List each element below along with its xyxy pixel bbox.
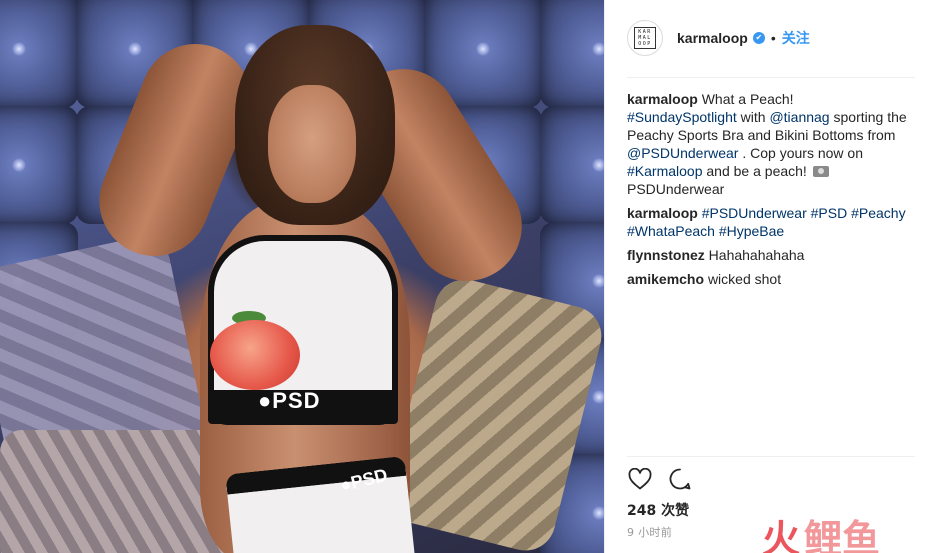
caption-text: and be a peach!: [706, 163, 807, 179]
comment-item: flynnstonez Hahahahahaha: [627, 246, 917, 264]
avatar[interactable]: KAR MAL OOP: [627, 20, 663, 56]
caption-username[interactable]: karmaloop: [627, 91, 698, 107]
comment-username[interactable]: amikemcho: [627, 271, 704, 287]
post-timestamp[interactable]: 9 小时前: [627, 524, 672, 540]
comment-username[interactable]: karmaloop: [627, 205, 698, 221]
headboard-tile: [0, 0, 78, 108]
comment-icon: [669, 468, 691, 490]
post-username[interactable]: karmaloop: [677, 30, 748, 46]
like-button[interactable]: [627, 466, 653, 492]
headboard-tile: [540, 106, 604, 224]
comments-list: karmaloop What a Peach! #SundaySpotlight…: [627, 90, 917, 294]
peach-print: [210, 320, 300, 390]
header-separator: •: [770, 30, 776, 46]
camera-emoji-icon: [812, 166, 829, 177]
post-actions: [627, 466, 693, 492]
avatar-logo: KAR MAL OOP: [634, 27, 656, 49]
hashtag-link[interactable]: #SundaySpotlight: [627, 109, 737, 125]
headboard-tile: [0, 106, 78, 224]
headboard-tile: [540, 0, 604, 108]
watermark-text: 鲤鱼: [804, 517, 881, 553]
comment-username[interactable]: flynnstonez: [627, 247, 705, 263]
caption-text: . Cop yours now on: [742, 145, 863, 161]
post-sidebar: KAR MAL OOP karmaloop ✔ • 关注 karmaloop W…: [605, 0, 930, 553]
like-count[interactable]: 248 次赞: [627, 500, 689, 520]
figure-face: [268, 85, 356, 203]
caption: karmaloop What a Peach! #SundaySpotlight…: [627, 90, 917, 198]
watermark-text: 火: [762, 517, 801, 553]
comment-text: wicked shot: [707, 271, 782, 287]
watermark-logo: 火 鲤鱼: [762, 508, 880, 553]
comment-button[interactable]: [667, 466, 693, 492]
comment-item: amikemcho wicked shot: [627, 270, 917, 288]
actions-divider: [627, 456, 915, 457]
heart-icon: [628, 468, 652, 490]
caption-text: PSDUnderwear: [627, 181, 725, 197]
verified-icon: ✔: [752, 32, 765, 44]
caption-text: What a Peach!: [701, 91, 794, 107]
comment-item: karmaloop #PSDUnderwear #PSD #Peachy #Wh…: [627, 204, 917, 240]
hashtag-link[interactable]: #Karmaloop: [627, 163, 703, 179]
mention-link[interactable]: @PSDUnderwear: [627, 145, 738, 161]
mention-link[interactable]: @tiannag: [769, 109, 829, 125]
comment-text: Hahahahahaha: [708, 247, 805, 263]
caption-text: with: [740, 109, 766, 125]
bra-logo-text: ●PSD: [258, 388, 321, 413]
header-divider: [627, 77, 915, 78]
follow-button[interactable]: 关注: [782, 28, 810, 48]
post-photo[interactable]: ●PSD ●PSD: [0, 0, 604, 553]
post-header: KAR MAL OOP karmaloop ✔ • 关注: [627, 16, 917, 60]
